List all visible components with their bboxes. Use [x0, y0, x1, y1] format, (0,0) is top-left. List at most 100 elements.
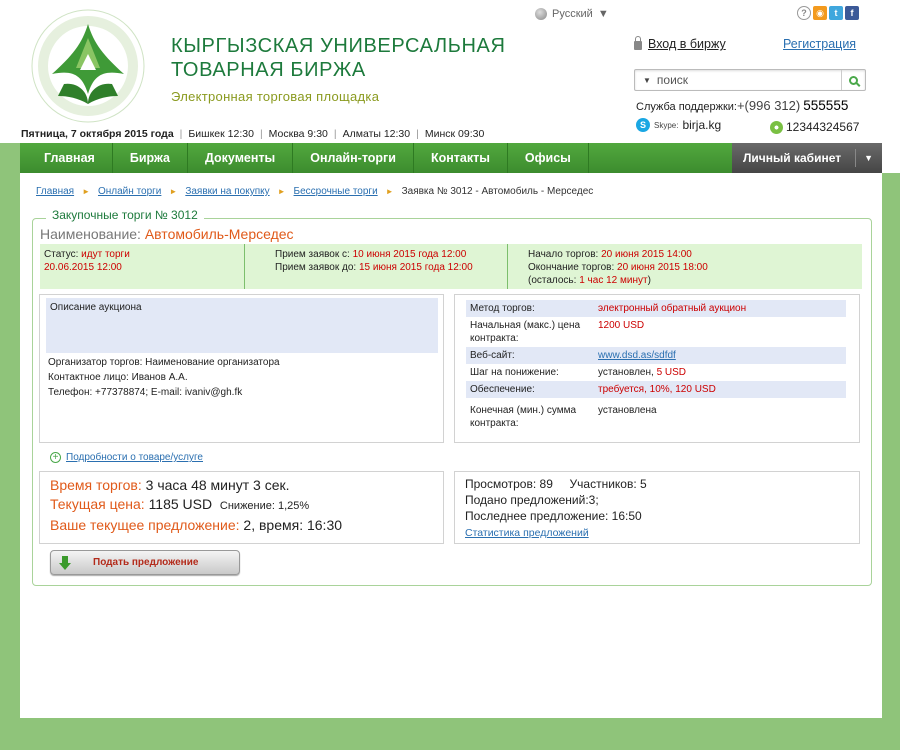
nav-item-offices[interactable]: Офисы — [508, 143, 589, 173]
current-price-label: Текущая цена: — [50, 496, 145, 512]
facebook-icon[interactable]: f — [845, 6, 859, 20]
arrow-down-icon — [59, 555, 71, 570]
param-step-prefix: установлен, — [598, 367, 654, 378]
your-offer-label: Ваше текущее предложение: — [50, 517, 240, 533]
breadcrumb-perpetual-trading[interactable]: Бессрочные торги — [294, 186, 378, 197]
site-title-line2: ТОВАРНАЯ БИРЖА — [171, 59, 366, 81]
nav-item-contacts[interactable]: Контакты — [414, 143, 508, 173]
status-date: 20.06.2015 12:00 — [44, 262, 122, 273]
nav-item-documents[interactable]: Документы — [188, 143, 294, 173]
language-selector[interactable]: Русский ▼ — [535, 8, 609, 20]
param-guarantee-value: требуется, 10%, 120 USD — [598, 384, 716, 395]
start-label: Начало торгов: — [528, 249, 599, 260]
twitter-icon[interactable]: t — [829, 6, 843, 20]
status-value: идут торги — [81, 249, 130, 260]
breadcrumb-home[interactable]: Главная — [36, 186, 74, 197]
table-row: Шаг на понижение: установлен, 5 USD — [466, 364, 846, 381]
stats-link[interactable]: Статистика предложений — [465, 527, 589, 539]
logo[interactable] — [24, 4, 152, 128]
param-final-sum-key: Конечная (мин.) сумма контракта: — [470, 405, 577, 429]
nav-item-home[interactable]: Главная — [20, 143, 113, 173]
trading-time-value: 3 часа 48 минут 3 сек. — [145, 477, 290, 493]
param-step-amount: 5 USD — [656, 367, 687, 378]
param-website-key: Веб-сайт: — [470, 350, 515, 361]
search-input[interactable]: поиск — [657, 73, 841, 87]
skype-icon: S — [636, 118, 650, 132]
search-button[interactable] — [841, 70, 865, 90]
end-value: 20 июня 2015 18:00 — [617, 262, 708, 273]
social-links: ? ◉ t f — [797, 6, 859, 20]
icq-contact: 12344324567 — [770, 120, 859, 134]
param-method-key: Метод торгов: — [470, 303, 535, 314]
status-bar: Статус: идут торги 20.06.2015 12:00 Прие… — [40, 244, 862, 289]
search-icon — [849, 75, 858, 85]
support-phone: Служба поддержки:+(996 312) 555555 — [636, 98, 848, 113]
params-table: Метод торгов: электронный обратный аукци… — [466, 300, 846, 432]
organizer-info: Организатор торгов: Наименование организ… — [48, 355, 280, 400]
left-suffix: ) — [647, 275, 651, 286]
participants-count: Участников: 5 — [569, 477, 647, 491]
details-link[interactable]: Подробности о товаре/услуге — [66, 452, 203, 463]
skype-value: birja.kg — [682, 118, 722, 132]
nav-item-exchange[interactable]: Биржа — [113, 143, 188, 173]
breadcrumb: Главная ► Онлайн торги ► Заявки на покуп… — [36, 186, 593, 197]
end-label: Окончание торгов: — [528, 262, 615, 273]
site-title-line1: КЫРГЫЗСКАЯ УНИВЕРСАЛЬНАЯ — [171, 35, 506, 57]
time-minsk: Минск 09:30 — [424, 128, 485, 140]
lot-name: Наименование: Автомобиль-Мерседес — [40, 226, 294, 242]
date-time-line: Пятница, 7 октября 2015 года | Бишкек 12:… — [21, 128, 485, 140]
frame-right — [882, 173, 900, 750]
site-subtitle: Электронная торговая площадка — [171, 89, 380, 104]
breadcrumb-arrow-icon: ► — [277, 187, 286, 196]
param-website-link[interactable]: www.dsd.as/sdfdf — [598, 350, 676, 361]
param-start-price-key: Начальная (макс.) цена контракта: — [470, 320, 581, 344]
your-offer-value: 2, время: 16:30 — [243, 517, 343, 533]
description-area: Описание аукциона — [46, 298, 438, 353]
details-toggle[interactable]: + Подробности о товаре/услуге — [50, 452, 203, 463]
trading-time-label: Время торгов: — [50, 477, 142, 493]
site-title: КЫРГЫЗСКАЯ УНИВЕРСАЛЬНАЯ ТОВАРНАЯ БИРЖА — [171, 34, 506, 82]
submit-offer-label: Подать предложение — [93, 557, 199, 568]
nav-item-online-trading[interactable]: Онлайн-торги — [293, 143, 414, 173]
login-block: Вход в биржу — [634, 36, 726, 51]
search-dropdown-icon[interactable]: ▼ — [643, 76, 651, 85]
status-label: Статус: — [44, 249, 79, 260]
breadcrumb-online-trading[interactable]: Онлайн торги — [98, 186, 161, 197]
icq-icon — [770, 120, 783, 134]
table-row: Метод торгов: электронный обратный аукци… — [466, 300, 846, 317]
accept-to-label: Прием заявок до: — [275, 262, 357, 273]
time-moscow: Москва 9:30 — [268, 128, 328, 140]
support-number: 555555 — [803, 98, 849, 113]
accept-to-value: 15 июня 2015 года 12:00 — [358, 262, 473, 273]
submit-offer-button[interactable]: Подать предложение — [50, 550, 240, 575]
support-code: +(996 312) — [736, 98, 801, 113]
breadcrumb-arrow-icon: ► — [82, 187, 90, 196]
time-almaty: Алматы 12:30 — [342, 128, 411, 140]
register-link[interactable]: Регистрация — [783, 37, 856, 51]
trading-period-column: Начало торгов: 20 июня 2015 14:00 Оконча… — [528, 248, 708, 287]
table-row: Начальная (макс.) цена контракта: 1200 U… — [466, 317, 846, 347]
rss-icon[interactable]: ◉ — [813, 6, 827, 20]
time-left-value: 1 час 12 минут — [579, 275, 648, 286]
param-final-sum-value: установлена — [598, 405, 657, 416]
breadcrumb-arrow-icon: ► — [385, 187, 394, 196]
param-start-price-value: 1200 USD — [598, 320, 645, 331]
skype-label: Skype: — [654, 120, 679, 130]
login-link[interactable]: Вход в биржу — [648, 37, 726, 51]
param-method-value: электронный обратный аукцион — [598, 303, 747, 314]
accept-column: Прием заявок с: 10 июня 2015 года 12:00 … — [275, 248, 473, 274]
param-guarantee-key: Обеспечение: — [470, 384, 535, 395]
personal-cabinet-button[interactable]: Личный кабинет ▼ — [732, 143, 882, 173]
breadcrumb-current: Заявка № 3012 - Автомобиль - Мерседес — [401, 186, 594, 197]
main-nav: Главная Биржа Документы Онлайн-торги Кон… — [20, 143, 882, 173]
skype-contact: S Skype: birja.kg — [636, 118, 721, 132]
accept-from-label: Прием заявок с: — [275, 249, 350, 260]
table-row: Веб-сайт: www.dsd.as/sdfdf — [466, 347, 846, 364]
breadcrumb-purchase-requests[interactable]: Заявки на покупку — [185, 186, 269, 197]
lot-name-value: Автомобиль-Мерседес — [144, 226, 294, 242]
icq-value: 12344324567 — [786, 120, 860, 134]
help-icon[interactable]: ? — [797, 6, 811, 20]
lot-name-label: Наименование: — [40, 226, 141, 242]
last-offer-time: Последнее предложение: 16:50 — [465, 509, 642, 523]
trading-info: Время торгов: 3 часа 48 минут 3 сек. Тек… — [50, 476, 342, 535]
